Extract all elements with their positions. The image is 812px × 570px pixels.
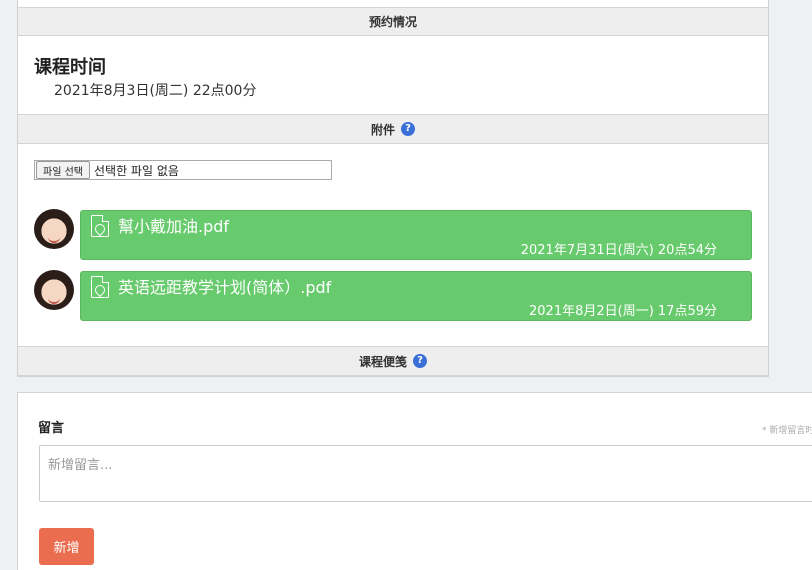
- attachment-item[interactable]: 英语远距教学计划(简体）.pdf 2021年8月2日(周一) 17点59分: [80, 271, 752, 321]
- message-hint: * 新增留言时: [762, 426, 812, 436]
- attachments-section-title: 附件: [370, 122, 395, 137]
- message-label: 留言: [38, 421, 65, 436]
- help-icon[interactable]: ?: [401, 122, 415, 136]
- attachment-name[interactable]: 幫小戴加油.pdf: [118, 213, 229, 237]
- attachment-date: 2021年7月31日(周六) 20点54分: [520, 243, 717, 258]
- avatar: [34, 209, 74, 249]
- notes-section-header: 课程便笺 ?: [18, 346, 768, 376]
- add-message-button[interactable]: 新增: [39, 528, 94, 565]
- course-time-value: 2021年8月3日(周二) 22点00分: [54, 83, 257, 99]
- choose-file-button[interactable]: 파일 선택: [36, 161, 90, 179]
- pdf-icon: [91, 215, 109, 237]
- attachments-section-header: 附件 ?: [18, 114, 768, 144]
- attachment-name[interactable]: 英语远距教学计划(简体）.pdf: [118, 274, 331, 298]
- file-upload-input[interactable]: 파일 선택 선택한 파일 없음: [34, 160, 332, 180]
- message-card: 留言 * 新增留言时 新增: [17, 392, 812, 570]
- notes-section-title: 课程便笺: [358, 354, 407, 369]
- booking-section-title: 预约情况: [368, 15, 417, 29]
- avatar: [34, 270, 74, 310]
- attachment-date: 2021年8月2日(周一) 17点59分: [529, 304, 717, 319]
- file-status-text: 선택한 파일 없음: [93, 163, 179, 178]
- pdf-icon: [91, 276, 109, 298]
- attachment-item[interactable]: 幫小戴加油.pdf 2021年7月31日(周六) 20点54分: [80, 210, 752, 260]
- booking-section-header: 预约情况: [18, 7, 768, 36]
- message-textarea[interactable]: [39, 445, 812, 502]
- help-icon[interactable]: ?: [413, 354, 427, 368]
- course-time-label: 课程时间: [34, 57, 106, 78]
- booking-card: 预约情况 课程时间 2021年8月3日(周二) 22点00分 附件 ? 파일 선…: [17, 0, 769, 377]
